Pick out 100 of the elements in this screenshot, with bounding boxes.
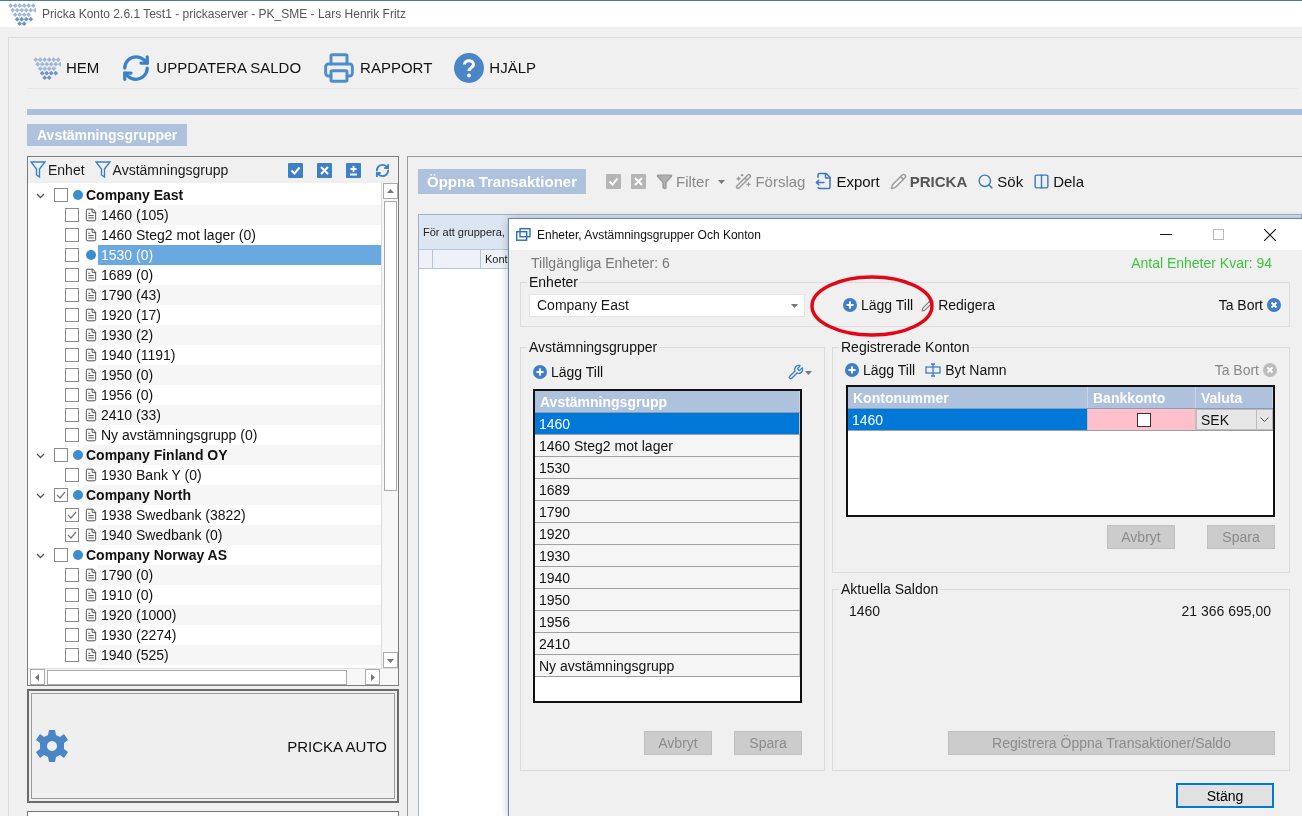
toolbar-button[interactable]: Dela (1033, 172, 1084, 190)
table-row[interactable]: 1530 (535, 457, 800, 479)
dot-icon (73, 550, 83, 560)
add-button[interactable]: Lägg Till (843, 297, 914, 313)
checkbox[interactable] (65, 388, 79, 402)
toolbar-button[interactable]: PRICKA (889, 172, 968, 190)
tree-item[interactable]: 1790 (0) (98, 565, 381, 585)
table-row[interactable]: 1460 (535, 413, 800, 435)
toolbar-button[interactable]: HEM (31, 54, 100, 81)
caret-icon[interactable] (805, 368, 812, 376)
document-icon (84, 268, 98, 282)
checkbox[interactable] (65, 308, 79, 322)
checkbox[interactable] (65, 328, 79, 342)
info-text: Antal Enheter Kvar: 94 (1131, 255, 1272, 271)
checkbox[interactable] (65, 648, 79, 662)
uncheck-all-icon[interactable] (317, 162, 332, 178)
table-row[interactable]: 1689 (535, 479, 800, 501)
checkbox[interactable] (65, 628, 79, 642)
checkbox[interactable] (65, 508, 79, 522)
rename-button[interactable]: Byt Namn (925, 362, 1007, 378)
checkbox[interactable] (65, 228, 79, 242)
add-button[interactable]: Lägg Till (533, 364, 604, 380)
document-icon (84, 528, 98, 542)
toolbar-button[interactable]: HJÄLP (454, 52, 537, 83)
tree-item[interactable]: 1920 (1000) (98, 605, 381, 625)
checkbox[interactable] (65, 288, 79, 302)
add-button[interactable]: Lägg Till (845, 362, 916, 378)
table-row[interactable]: 1930 (535, 545, 800, 567)
table-row[interactable]: 1956 (535, 611, 800, 633)
section-title: Avstämningsgrupper (27, 124, 188, 146)
checkbox[interactable] (65, 368, 79, 382)
toolbar-button[interactable]: UPPDATERA SALDO (121, 52, 302, 83)
arrow-down-icon[interactable] (386, 656, 394, 664)
filter-icon[interactable] (30, 161, 46, 179)
checkbox[interactable] (1136, 412, 1151, 427)
tree-item[interactable]: 1940 (525) (98, 645, 381, 665)
checkbox[interactable] (54, 488, 68, 502)
columns-icon (1033, 172, 1051, 190)
arrow-left-icon[interactable] (34, 673, 41, 681)
remove-button[interactable]: Ta Bort (1218, 297, 1281, 313)
refresh-icon[interactable] (375, 162, 390, 178)
checkbox[interactable] (65, 428, 79, 442)
table-row[interactable]: 1790 (535, 501, 800, 523)
checkbox[interactable] (65, 348, 79, 362)
checkbox[interactable] (65, 408, 79, 422)
group-legend: Registrerade Konton (839, 339, 972, 355)
arrow-up-icon[interactable] (386, 187, 394, 195)
checkbox[interactable] (54, 548, 68, 562)
toolbar-button[interactable]: RAPPORT (323, 51, 433, 84)
tree-item[interactable]: 1930 (2) (98, 325, 381, 345)
tree-item[interactable]: Company Finland OY (83, 445, 381, 465)
tree-item[interactable]: 1940 Swedbank (0) (98, 525, 381, 545)
checkbox[interactable] (65, 588, 79, 602)
checkbox[interactable] (65, 268, 79, 282)
edit-button[interactable]: Redigera (921, 297, 995, 313)
table-row[interactable]: 2410 (535, 633, 800, 655)
wrench-menu-icon[interactable] (788, 364, 812, 380)
tree-item[interactable]: 1460 (105) (98, 205, 381, 225)
table-row[interactable]: 1920 (535, 523, 800, 545)
checkbox[interactable] (65, 468, 79, 482)
horizontal-scrollbar[interactable] (28, 668, 398, 685)
gear-icon (35, 729, 69, 763)
checkbox[interactable] (65, 608, 79, 622)
vertical-scrollbar[interactable] (381, 183, 398, 668)
toolbar-button[interactable]: Export (815, 172, 880, 190)
table-row[interactable]: Ny avstämningsgrupp (535, 655, 800, 677)
checkbox[interactable] (54, 188, 68, 202)
close-dialog-button[interactable]: Stäng (1176, 783, 1274, 808)
filter-icon[interactable] (94, 161, 111, 179)
scrollbar-thumb[interactable] (383, 201, 397, 491)
table-row[interactable]: 1460 SEK (848, 409, 1273, 431)
unit-select[interactable]: Company East (529, 293, 805, 317)
tree-item[interactable]: 2410 (33) (98, 405, 381, 425)
filter-label[interactable]: Avstämningsgrupp (112, 162, 229, 178)
tree-item[interactable]: 1950 (0) (98, 365, 381, 385)
check-all-icon[interactable] (288, 162, 303, 178)
currency-select[interactable]: SEK (1196, 409, 1273, 430)
checkbox[interactable] (65, 568, 79, 582)
table-row[interactable]: 1460 Steg2 mot lager (535, 435, 800, 457)
checkbox[interactable] (54, 448, 68, 462)
arrow-right-icon[interactable] (369, 673, 376, 681)
table-row[interactable]: 1950 (535, 589, 800, 611)
tree-item[interactable]: Company North (83, 485, 381, 505)
toolbar-button[interactable]: Sök (977, 172, 1024, 190)
checkbox[interactable] (65, 248, 79, 262)
checkbox[interactable] (65, 208, 79, 222)
dialog-title: Enheter, Avstämningsgrupper Och Konton (537, 227, 762, 242)
expand-icon[interactable] (346, 162, 361, 178)
caret-icon[interactable] (791, 301, 798, 309)
filter-label[interactable]: Enhet (48, 162, 85, 178)
checkbox[interactable] (65, 528, 79, 542)
search-icon (977, 172, 995, 190)
group-hint: För att gruppera, (423, 226, 505, 238)
scrollbar-thumb[interactable] (47, 669, 347, 685)
table-row[interactable]: 1940 (535, 567, 800, 589)
pricka-auto-button[interactable]: PRICKA AUTO (27, 689, 399, 803)
tree-item[interactable]: 1790 (43) (98, 285, 381, 305)
check-all-icon[interactable] (606, 173, 622, 189)
wand-icon (735, 172, 753, 190)
uncheck-all-icon[interactable] (631, 173, 647, 189)
